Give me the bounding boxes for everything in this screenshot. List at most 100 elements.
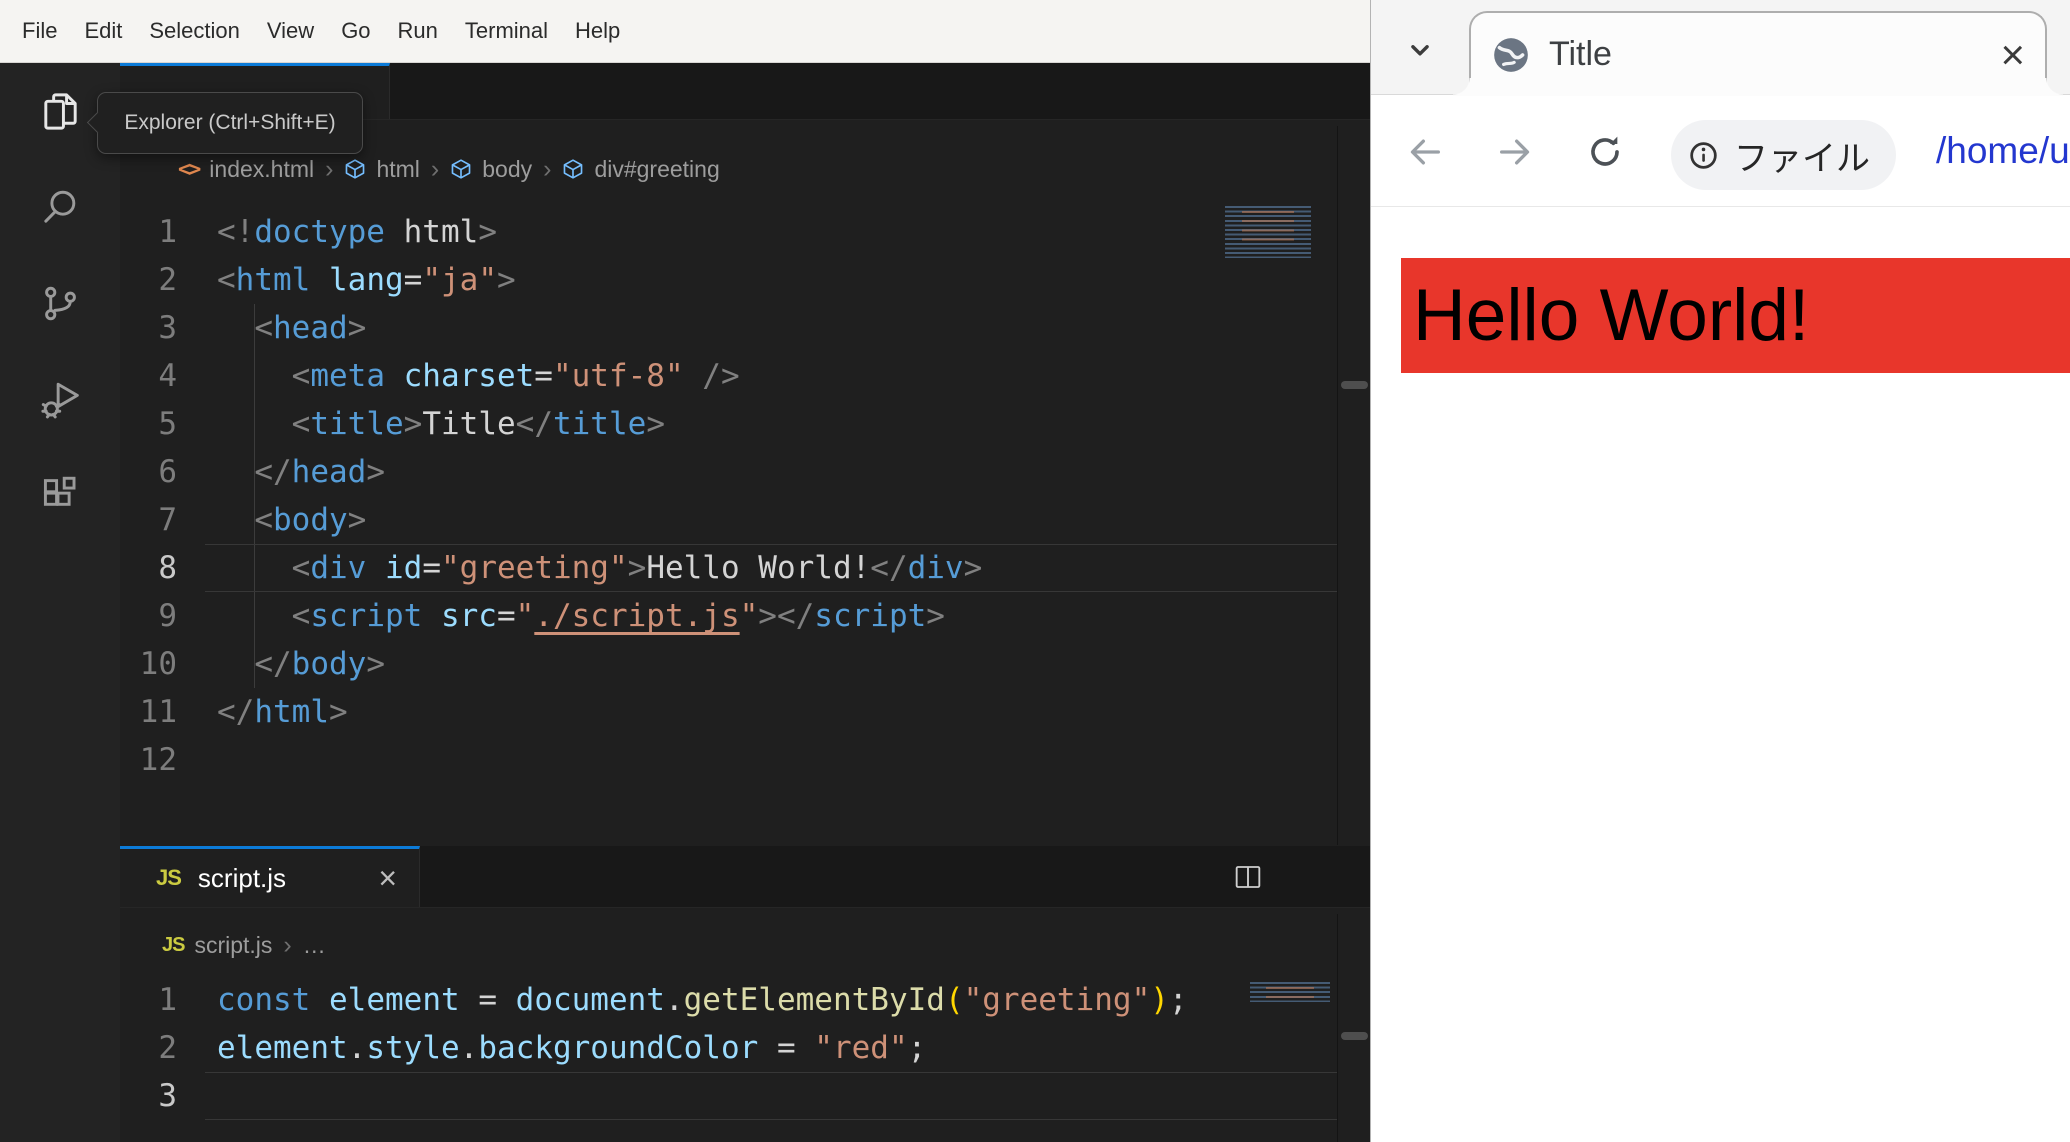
url-chip-label: ファイル bbox=[1734, 139, 1870, 178]
minimap[interactable] bbox=[1250, 982, 1330, 1002]
line-number: 2 bbox=[158, 1030, 177, 1066]
html-file-icon: <> bbox=[178, 157, 201, 181]
code-line-1[interactable]: 1 <!doctype html> bbox=[120, 208, 1337, 256]
url-text[interactable]: /home/u bbox=[1936, 130, 2070, 172]
code-line-2[interactable]: 2 <html lang="ja"> bbox=[120, 256, 1337, 304]
activity-extensions-button[interactable] bbox=[0, 447, 120, 543]
split-editor-icon[interactable] bbox=[1232, 861, 1264, 893]
line-number: 4 bbox=[158, 358, 177, 394]
line-number: 10 bbox=[139, 646, 177, 682]
js-code-editor[interactable]: 1 const element = document.getElementById… bbox=[120, 976, 1337, 1120]
browser-tab[interactable]: Title × bbox=[1453, 11, 2063, 96]
breadcrumb-item[interactable]: body bbox=[482, 156, 532, 183]
breadcrumb-item[interactable]: script.js bbox=[194, 932, 272, 959]
menu-item-view[interactable]: View bbox=[267, 18, 314, 44]
menu-item-file[interactable]: File bbox=[22, 18, 57, 44]
browser-window: Title × ファイル /home/u Hello World! bbox=[1370, 0, 2070, 1142]
line-number: 3 bbox=[158, 310, 177, 346]
code-line-2[interactable]: 2 element.style.backgroundColor = "red"; bbox=[120, 1024, 1337, 1072]
menu-item-terminal[interactable]: Terminal bbox=[465, 18, 548, 44]
breadcrumb: JS script.js ›… bbox=[162, 908, 326, 976]
greeting-div: Hello World! bbox=[1401, 258, 2070, 373]
code-line-6[interactable]: 6 </head> bbox=[120, 448, 1337, 496]
browser-toolbar: ファイル /home/u bbox=[1371, 95, 2070, 207]
menu-bar: File Edit Selection View Go Run Terminal Help bbox=[0, 0, 1370, 63]
line-number: 2 bbox=[158, 262, 177, 298]
code-text: <head> bbox=[254, 310, 367, 346]
breadcrumb-separator: › bbox=[430, 154, 440, 183]
tooltip-text: Explorer (Ctrl+Shift+E) bbox=[124, 111, 336, 134]
code-text: <body> bbox=[254, 502, 367, 538]
menu-item-edit[interactable]: Edit bbox=[84, 18, 122, 44]
code-text: <html lang="ja"> bbox=[217, 262, 516, 298]
code-line-12[interactable]: 12 bbox=[120, 736, 1337, 784]
scrollbar-track bbox=[1337, 914, 1338, 1142]
tab-label: script.js bbox=[197, 862, 287, 893]
scrollbar-slider[interactable] bbox=[1341, 381, 1368, 389]
symbol-cube-icon bbox=[451, 159, 471, 179]
explorer-tooltip: Explorer (Ctrl+Shift+E) bbox=[86, 92, 363, 154]
line-number: 6 bbox=[158, 454, 177, 490]
js-file-icon: JS bbox=[156, 865, 182, 890]
breadcrumb-item[interactable]: … bbox=[303, 932, 326, 959]
code-text: </body> bbox=[254, 646, 385, 682]
search-icon bbox=[43, 190, 75, 223]
code-line-4[interactable]: 4 <meta charset="utf-8" /> bbox=[120, 352, 1337, 400]
activity-bar bbox=[0, 63, 120, 1142]
line-number: 5 bbox=[158, 406, 177, 442]
symbol-cube-icon bbox=[564, 159, 583, 179]
screen: File Edit Selection View Go Run Terminal Help bbox=[0, 0, 2070, 1142]
menu-item-selection[interactable]: Selection bbox=[149, 18, 240, 44]
html-code-editor[interactable]: 1 <!doctype html> 2 <html lang="ja"> 3 <head… bbox=[120, 208, 1337, 784]
scrollbar-track bbox=[1337, 126, 1338, 845]
close-tab-icon[interactable]: × bbox=[2000, 33, 2025, 76]
line-number: 1 bbox=[158, 982, 177, 1018]
code-line-7[interactable]: 7 <body> bbox=[120, 496, 1337, 544]
reload-button[interactable] bbox=[1585, 132, 1625, 172]
info-icon bbox=[1690, 141, 1717, 169]
globe-favicon-icon bbox=[1494, 37, 1528, 72]
line-number: 1 bbox=[158, 214, 177, 250]
scrollbar-slider[interactable] bbox=[1341, 1032, 1368, 1040]
source-control-icon bbox=[44, 286, 76, 320]
minimap[interactable] bbox=[1225, 206, 1311, 258]
vscode-window: File Edit Selection View Go Run Terminal Help bbox=[0, 0, 1444, 1142]
code-line-9[interactable]: 9 <script src="./script.js"></script> bbox=[120, 592, 1337, 640]
menu-item-go[interactable]: Go bbox=[341, 18, 370, 44]
code-line-5[interactable]: 5 <title>Title</title> bbox=[120, 400, 1337, 448]
browser-tab-strip: Title × bbox=[1371, 0, 2070, 96]
breadcrumb-separator: › bbox=[283, 930, 292, 959]
breadcrumb-item[interactable]: html bbox=[376, 156, 419, 183]
code-line-3[interactable]: 3 bbox=[120, 1072, 1337, 1120]
code-text: const element = document.getElementById(… bbox=[217, 982, 1188, 1018]
back-button[interactable] bbox=[1405, 132, 1445, 172]
code-line-8[interactable]: 8 <div id="greeting">Hello World!</div> bbox=[120, 544, 1337, 592]
code-text: <!doctype html> bbox=[217, 214, 497, 250]
code-text: </head> bbox=[254, 454, 385, 490]
line-number: 7 bbox=[158, 502, 177, 538]
url-file-chip[interactable]: ファイル bbox=[1671, 120, 1896, 190]
close-tab-icon[interactable]: × bbox=[378, 862, 397, 894]
forward-button[interactable] bbox=[1495, 132, 1535, 172]
extensions-icon bbox=[43, 476, 75, 506]
symbol-cube-icon bbox=[346, 159, 365, 179]
code-text: element.style.backgroundColor = "red"; bbox=[217, 1030, 927, 1066]
tab-list-chevron-icon[interactable] bbox=[1403, 36, 1437, 66]
activity-source-control-button[interactable] bbox=[0, 255, 120, 351]
activity-search-button[interactable] bbox=[0, 159, 120, 255]
breadcrumb-separator: › bbox=[543, 154, 552, 183]
code-text: <div id="greeting">Hello World!</div> bbox=[291, 550, 983, 586]
breadcrumb-item[interactable]: index.html bbox=[209, 156, 314, 183]
code-line-11[interactable]: 11 </html> bbox=[120, 688, 1337, 736]
code-line-10[interactable]: 10 </body> bbox=[120, 640, 1337, 688]
code-line-1[interactable]: 1 const element = document.getElementById… bbox=[120, 976, 1337, 1024]
menu-item-help[interactable]: Help bbox=[575, 18, 620, 44]
activity-run-debug-button[interactable] bbox=[0, 351, 120, 447]
code-text: <script src="./script.js"></script> bbox=[291, 598, 945, 634]
breadcrumb-separator: › bbox=[325, 154, 334, 183]
menu-item-run[interactable]: Run bbox=[398, 18, 438, 44]
tab-script-js[interactable]: JS script.js × bbox=[120, 846, 420, 907]
breadcrumb-item[interactable]: div#greeting bbox=[594, 156, 719, 183]
line-number: 9 bbox=[158, 598, 177, 634]
code-line-3[interactable]: 3 <head> bbox=[120, 304, 1337, 352]
